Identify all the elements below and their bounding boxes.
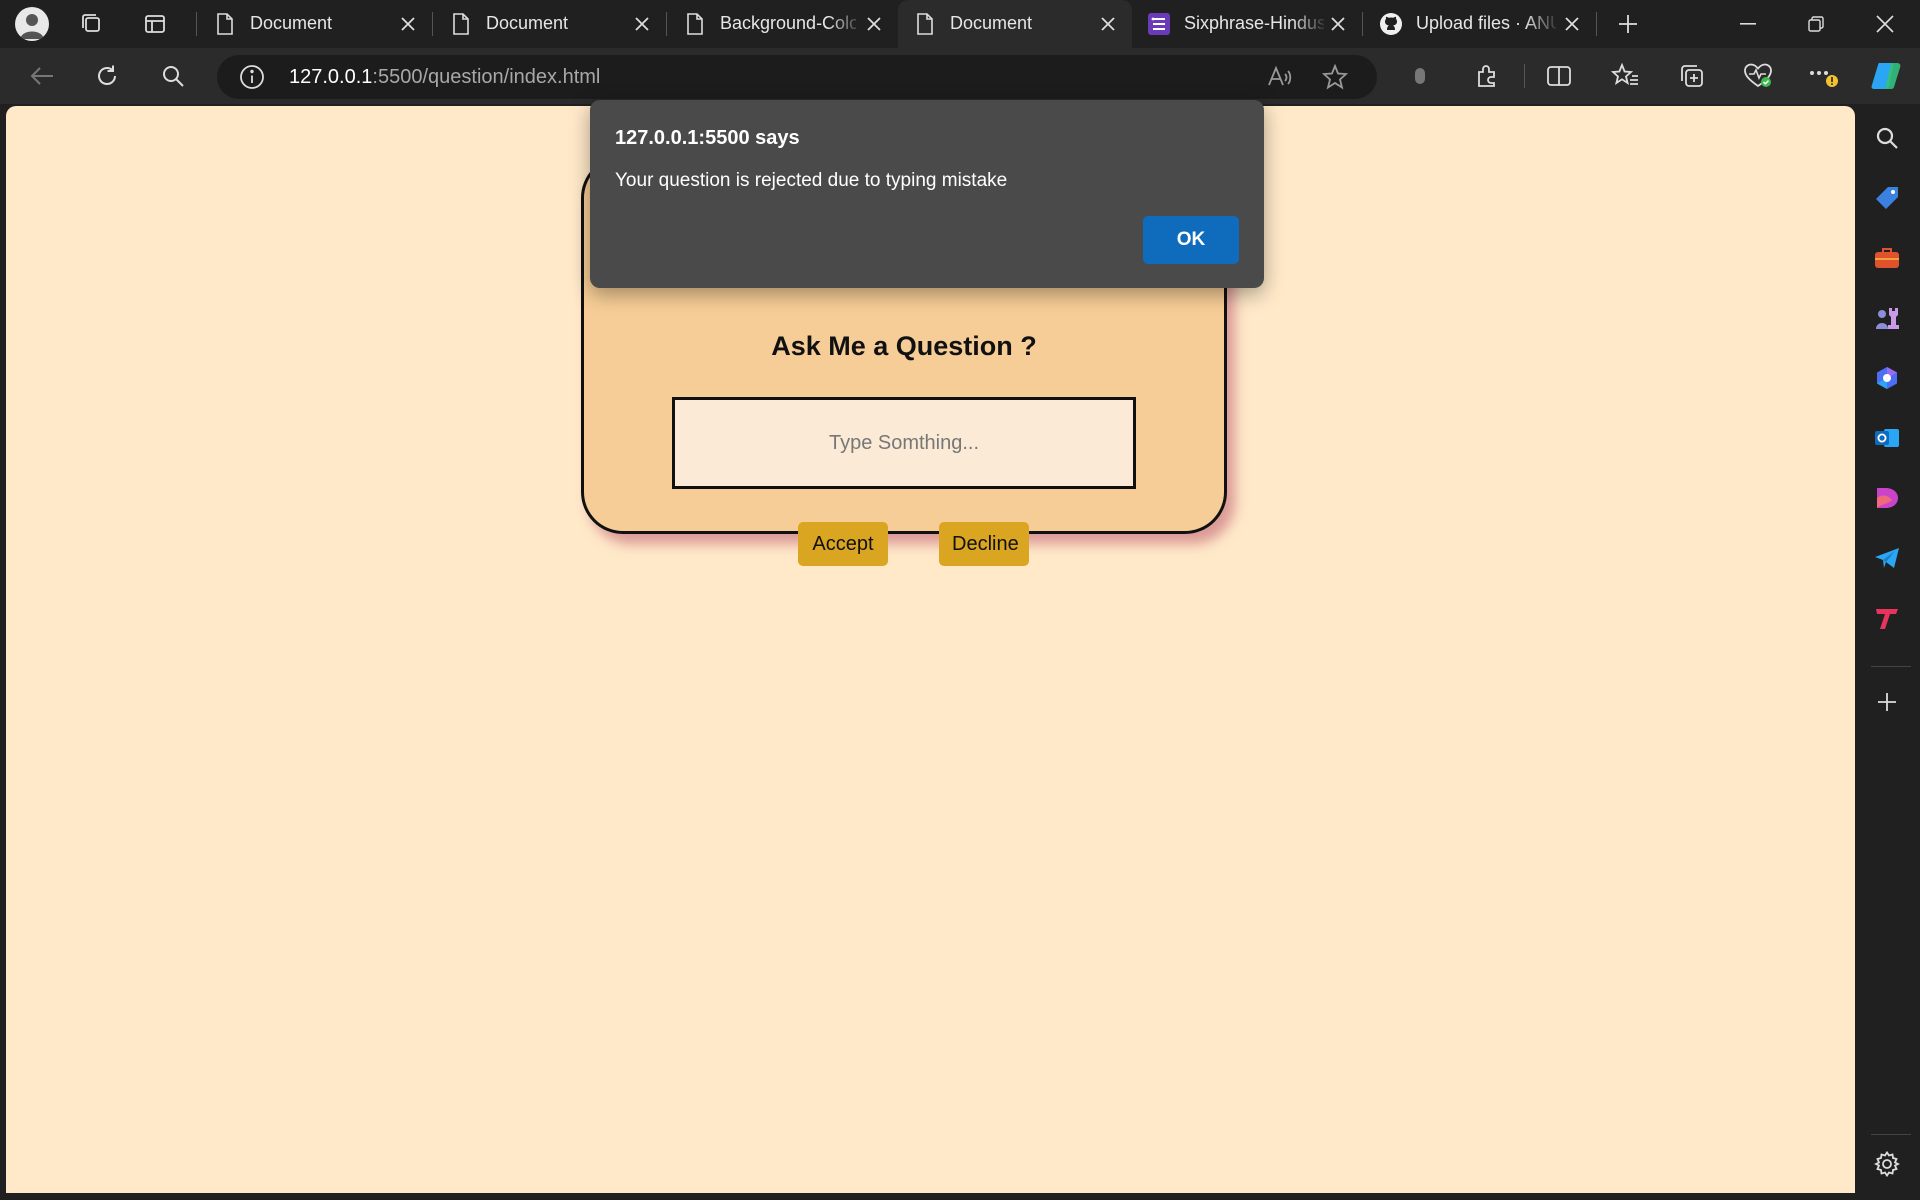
close-tab-icon[interactable]	[862, 12, 886, 36]
url-text[interactable]: 127.0.0.1:5500/question/index.html	[289, 66, 600, 89]
read-aloud-icon[interactable]	[1264, 61, 1296, 93]
close-window-icon[interactable]	[1853, 0, 1917, 48]
outlook-icon[interactable]	[1871, 422, 1903, 454]
minimize-icon[interactable]	[1716, 0, 1780, 48]
extension-dot-icon[interactable]	[1402, 60, 1438, 92]
split-screen-icon[interactable]	[1541, 60, 1577, 92]
add-sidebar-app-icon[interactable]	[1871, 686, 1903, 718]
collections-icon[interactable]	[1674, 60, 1710, 92]
shopping-tag-icon[interactable]	[1871, 182, 1903, 214]
alert-message: Your question is rejected due to typing …	[615, 170, 1008, 191]
workspaces-icon[interactable]	[74, 6, 110, 42]
close-tab-icon[interactable]	[1096, 12, 1120, 36]
document-icon	[214, 13, 236, 35]
alert-dialog: 127.0.0.1:5500 says Your question is rej…	[590, 100, 1264, 288]
url-path: :5500/question/index.html	[372, 66, 601, 88]
new-tab-icon[interactable]	[1610, 6, 1646, 42]
designer-icon[interactable]	[1871, 482, 1903, 514]
copilot-icon[interactable]	[1868, 60, 1904, 92]
tab-title: Document	[250, 13, 333, 33]
tab-document-2[interactable]: Document	[434, 0, 666, 48]
favorites-icon[interactable]	[1607, 60, 1643, 92]
tab-title: Document	[950, 13, 1033, 33]
extensions-icon[interactable]	[1469, 60, 1505, 92]
refresh-icon[interactable]	[89, 60, 125, 92]
tab-title: Document	[486, 13, 569, 33]
accept-button[interactable]: Accept	[798, 522, 888, 566]
site-info-icon[interactable]	[239, 64, 265, 90]
restore-icon[interactable]	[1784, 0, 1848, 48]
github-icon	[1380, 13, 1402, 35]
sidebar-search-icon[interactable]	[1871, 122, 1903, 154]
search-icon[interactable]	[155, 60, 191, 92]
back-icon[interactable]	[24, 60, 60, 92]
telegram-send-icon[interactable]	[1871, 542, 1903, 574]
document-icon	[914, 13, 936, 35]
games-icon[interactable]	[1871, 302, 1903, 334]
forms-icon	[1148, 13, 1170, 35]
alert-title: 127.0.0.1:5500 says	[615, 127, 800, 149]
tab-document-1[interactable]: Document	[198, 0, 432, 48]
tab-background-color[interactable]: Background-Colo	[668, 0, 898, 48]
profile-avatar[interactable]	[14, 6, 50, 42]
tab-upload-files[interactable]: Upload files · ANU	[1364, 0, 1596, 48]
browser-essentials-icon[interactable]	[1740, 60, 1776, 92]
copilot-sidebar-icon[interactable]	[1871, 362, 1903, 394]
address-bar[interactable]: 127.0.0.1:5500/question/index.html	[217, 55, 1377, 99]
ok-button[interactable]: OK	[1143, 216, 1239, 264]
question-input[interactable]	[672, 397, 1136, 489]
tab-sixphrase[interactable]: Sixphrase-Hindus	[1132, 0, 1362, 48]
close-tab-icon[interactable]	[396, 12, 420, 36]
vertical-tabs-icon[interactable]	[137, 6, 173, 42]
page-title: Ask Me a Question ?	[771, 331, 1037, 361]
browser-toolbar: 127.0.0.1:5500/question/index.html	[0, 48, 1920, 104]
profile-icon	[15, 7, 49, 41]
tab-strip: Document Document Background-Colo Docume…	[0, 0, 1920, 48]
document-icon	[450, 13, 472, 35]
close-tab-icon[interactable]	[1560, 12, 1584, 36]
url-host: 127.0.0.1	[289, 66, 373, 88]
close-tab-icon[interactable]	[1326, 12, 1350, 36]
document-icon	[684, 13, 706, 35]
more-options-icon[interactable]	[1806, 60, 1842, 92]
close-tab-icon[interactable]	[630, 12, 654, 36]
edge-sidebar	[1855, 104, 1920, 1200]
favorite-star-icon[interactable]	[1319, 61, 1351, 93]
tab-document-active[interactable]: Document	[898, 0, 1132, 48]
decline-button[interactable]: Decline	[939, 522, 1029, 566]
tools-briefcase-icon[interactable]	[1871, 242, 1903, 274]
app-t-icon[interactable]	[1871, 602, 1903, 634]
sidebar-settings-icon[interactable]	[1871, 1148, 1903, 1180]
